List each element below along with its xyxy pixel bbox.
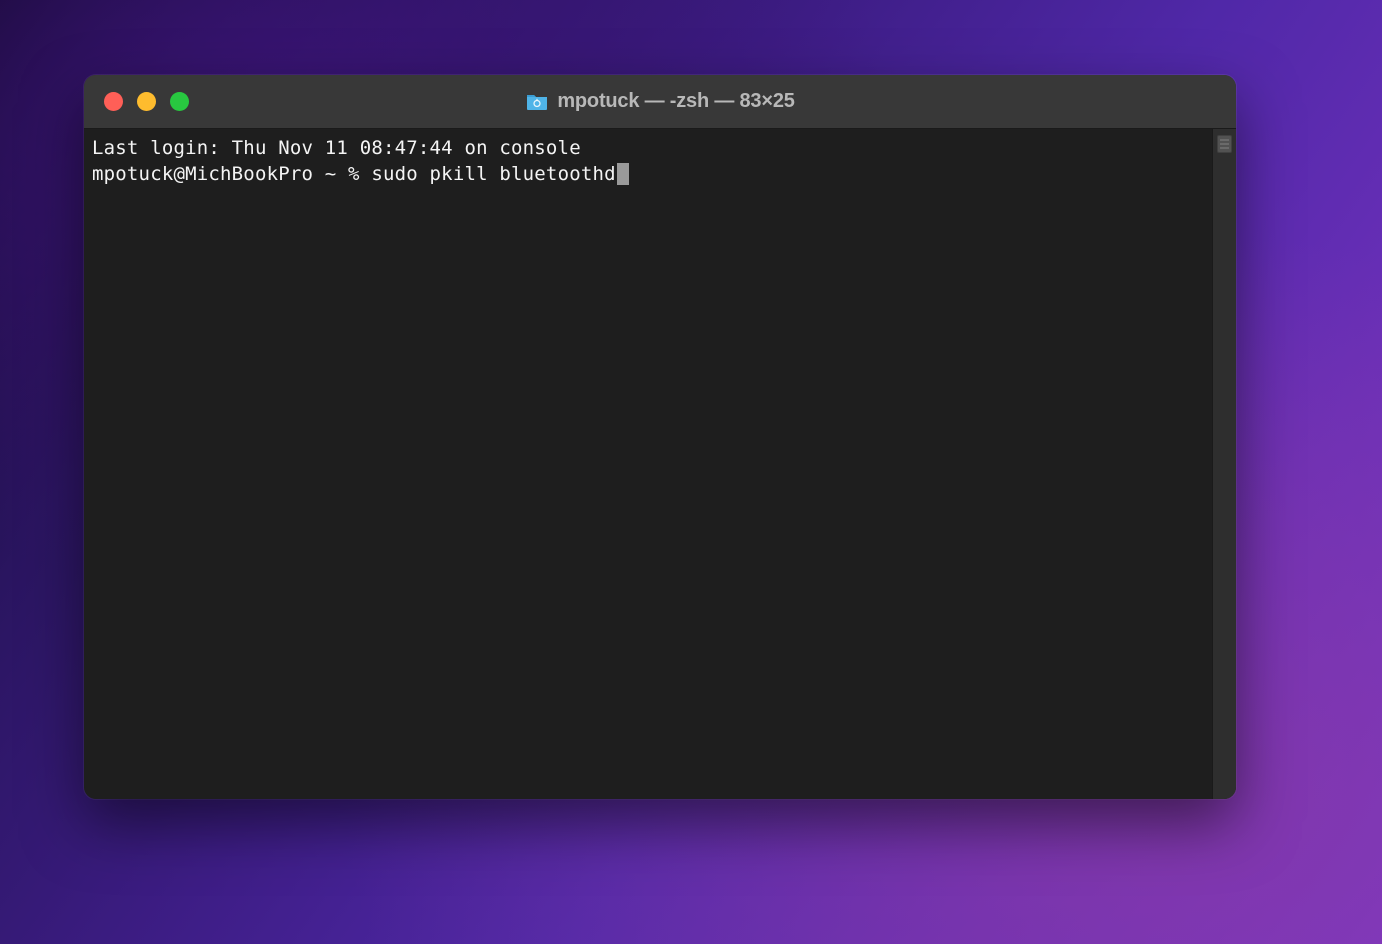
terminal-output-line: Last login: Thu Nov 11 08:47:44 on conso…: [92, 135, 1204, 161]
window-title: mpotuck — -zsh — 83×25: [557, 90, 794, 113]
zoom-button[interactable]: [170, 92, 189, 111]
title-container: mpotuck — -zsh — 83×25: [84, 90, 1236, 113]
minimize-button[interactable]: [137, 92, 156, 111]
terminal-content[interactable]: Last login: Thu Nov 11 08:47:44 on conso…: [84, 129, 1212, 799]
terminal-prompt: mpotuck@MichBookPro ~ %: [92, 163, 371, 185]
traffic-lights: [84, 92, 189, 111]
close-button[interactable]: [104, 92, 123, 111]
scrollbar-track[interactable]: [1212, 129, 1236, 799]
terminal-body: Last login: Thu Nov 11 08:47:44 on conso…: [84, 129, 1236, 799]
terminal-command: sudo pkill bluetoothd: [371, 163, 615, 185]
window-titlebar[interactable]: mpotuck — -zsh — 83×25: [84, 75, 1236, 129]
terminal-cursor: [617, 163, 629, 185]
terminal-window: mpotuck — -zsh — 83×25 Last login: Thu N…: [84, 75, 1236, 799]
scrollbar-thumb[interactable]: [1217, 135, 1232, 153]
folder-icon: [525, 92, 549, 112]
terminal-prompt-line: mpotuck@MichBookPro ~ % sudo pkill bluet…: [92, 161, 1204, 187]
